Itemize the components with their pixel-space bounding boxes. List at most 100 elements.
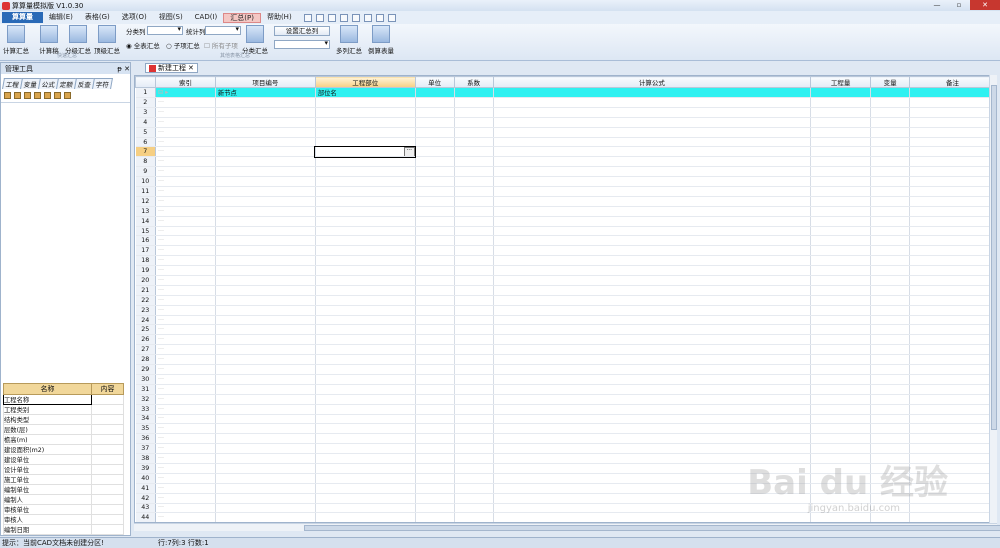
grid-cell[interactable] <box>810 384 872 395</box>
grid-cell[interactable] <box>315 295 416 306</box>
grid-cell[interactable] <box>415 364 455 375</box>
grid-cell[interactable] <box>493 364 812 375</box>
grid-cell[interactable]: ··· <box>155 107 216 118</box>
menu-app[interactable]: 算算量 <box>2 12 43 23</box>
grid-cell[interactable] <box>909 176 996 188</box>
table-row[interactable]: 32 ··· <box>135 394 996 405</box>
grid-cell[interactable] <box>493 334 812 346</box>
grid-cell[interactable] <box>909 295 996 306</box>
grid-cell[interactable] <box>909 374 996 385</box>
grid-cell[interactable]: ··· <box>155 137 216 148</box>
property-row[interactable]: 工程类别 <box>3 404 124 415</box>
grid-cell[interactable] <box>870 186 911 197</box>
radio-sub[interactable]: ○ 子项汇总 <box>166 40 200 50</box>
grid-cell[interactable] <box>870 443 911 455</box>
grid-cell[interactable] <box>909 324 996 336</box>
menu-cad[interactable]: CAD(I) <box>189 12 224 23</box>
grid-cell[interactable] <box>493 423 812 435</box>
grid-cell[interactable] <box>454 315 494 326</box>
sub-summary-button[interactable]: 分级汇总 <box>65 25 91 55</box>
grid-cell[interactable] <box>493 206 812 217</box>
grid-cell[interactable] <box>315 97 416 108</box>
grid-cell[interactable] <box>909 87 996 98</box>
grid-cell[interactable] <box>415 394 455 405</box>
table-row[interactable]: 19 ··· <box>135 265 996 277</box>
grid-cell[interactable] <box>810 255 872 267</box>
grid-cell[interactable] <box>909 354 996 366</box>
table-icon[interactable] <box>339 13 348 22</box>
vertical-scrollbar[interactable] <box>989 75 997 523</box>
grid-cell[interactable] <box>454 493 494 504</box>
all-children-checkbox[interactable]: ☐ 所有子项 <box>204 40 238 50</box>
grid-cell[interactable] <box>315 324 416 336</box>
property-row[interactable]: 编制日期 <box>3 524 124 535</box>
table-row[interactable]: 20 ··· <box>135 275 996 286</box>
grid-cell[interactable]: ··· <box>155 216 216 227</box>
grid-cell[interactable] <box>909 245 996 257</box>
property-row[interactable]: 设计单位 <box>3 464 124 475</box>
table-row[interactable]: 22 ··· <box>135 295 996 306</box>
table-row[interactable]: 21 ··· <box>135 285 996 296</box>
grid-cell[interactable] <box>315 275 416 286</box>
grid-cell[interactable] <box>415 265 455 277</box>
grid-cell[interactable] <box>870 97 911 108</box>
grid-cell[interactable] <box>315 216 416 227</box>
grid-cell[interactable] <box>810 305 872 316</box>
grid-cell[interactable] <box>870 255 911 267</box>
property-value[interactable] <box>91 414 124 425</box>
grid-cell[interactable] <box>454 503 494 514</box>
grid-cell[interactable] <box>870 324 911 336</box>
grid-cell[interactable] <box>454 245 494 257</box>
property-row[interactable]: 檐高(m) <box>3 434 124 445</box>
grid-cell[interactable] <box>315 166 416 178</box>
grid-cell[interactable] <box>315 315 416 326</box>
grid-cell[interactable] <box>810 186 872 197</box>
grid-cell[interactable] <box>870 423 911 435</box>
column-header[interactable]: 工程量 <box>810 76 872 88</box>
grid-cell[interactable]: ··· <box>155 443 216 455</box>
grid-cell[interactable] <box>454 334 494 346</box>
grid-cell[interactable]: ··· <box>155 235 216 247</box>
grid-cell[interactable] <box>415 176 455 188</box>
close-button[interactable]: ✕ <box>970 0 1000 10</box>
grid-cell[interactable] <box>454 226 494 237</box>
grid-cell[interactable] <box>315 503 416 514</box>
grid-cell[interactable] <box>810 512 872 522</box>
grid-cell[interactable] <box>493 156 812 168</box>
grid-cell[interactable] <box>315 265 416 277</box>
column-header[interactable]: 项目编号 <box>214 76 316 88</box>
top-summary-button[interactable]: 顶级汇总 <box>94 25 120 55</box>
grid-cell[interactable] <box>493 146 812 158</box>
grid-cell[interactable] <box>810 206 872 217</box>
grid-cell[interactable] <box>415 324 455 336</box>
grid-cell[interactable] <box>415 305 455 316</box>
table-row[interactable]: 16 ··· <box>135 235 996 247</box>
grid-cell[interactable]: ··· <box>155 176 216 188</box>
tool-icon[interactable] <box>44 92 51 99</box>
grid-cell[interactable] <box>810 166 872 178</box>
grid-cell[interactable] <box>215 216 316 227</box>
grid-cell[interactable] <box>909 344 996 356</box>
table-row[interactable]: 36 ··· <box>135 433 996 445</box>
grid-cell[interactable] <box>215 285 316 296</box>
print-icon[interactable] <box>14 92 21 99</box>
stat-select[interactable] <box>205 25 241 35</box>
grid-cell[interactable] <box>493 503 812 514</box>
grid-cell[interactable] <box>493 305 812 316</box>
calc-draft-button[interactable]: 计算稿 <box>38 25 60 55</box>
menu-table[interactable]: 表格(G) <box>79 12 116 23</box>
grid-cell[interactable] <box>415 156 455 168</box>
grid-cell[interactable] <box>454 453 494 464</box>
grid-cell[interactable]: ··· <box>155 394 216 405</box>
grid-cell[interactable] <box>909 255 996 267</box>
grid-cell[interactable]: ··· <box>155 453 216 464</box>
grid-cell[interactable]: ··· <box>155 166 216 178</box>
table-row[interactable]: 23 ··· <box>135 305 996 316</box>
grid-cell[interactable]: ··· <box>155 433 216 445</box>
table-row[interactable]: 10 ··· <box>135 176 996 188</box>
document-tab[interactable]: 新建工程 ✕ <box>145 63 198 73</box>
grid-cell[interactable] <box>454 384 494 395</box>
grid-cell[interactable] <box>454 295 494 306</box>
grid-cell[interactable] <box>215 315 316 326</box>
table-row[interactable]: 37 ··· <box>135 443 996 455</box>
